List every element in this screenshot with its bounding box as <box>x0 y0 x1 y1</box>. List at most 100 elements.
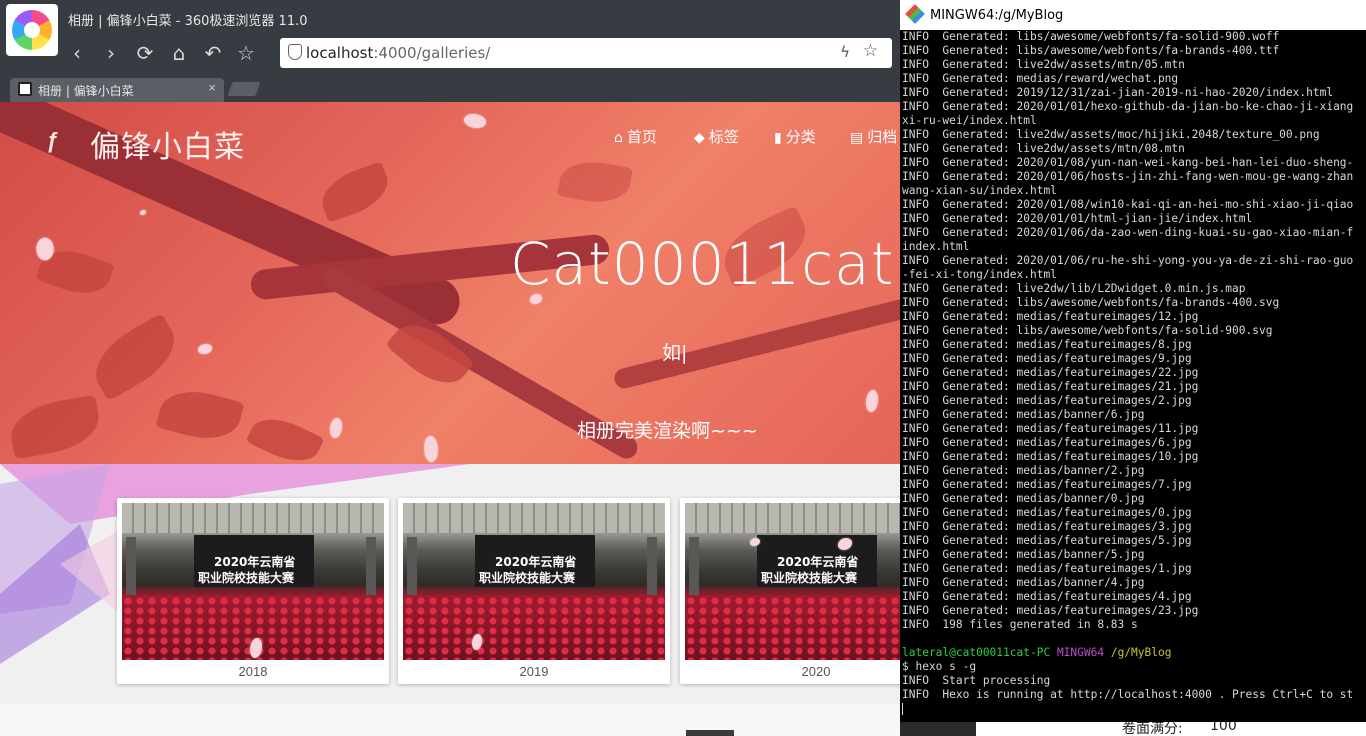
terminal-line: INFO Generated: 2020/01/01/html-jian-jie… <box>902 212 1253 225</box>
terminal-title: MINGW64:/g/MyBlog <box>930 8 1064 23</box>
terminal-line: INFO Generated: medias/featureimages/22.… <box>902 366 1199 379</box>
terminal-line: INFO Generated: 2020/01/08/yun-nan-wei-k… <box>902 156 1354 169</box>
gallery-section: 2020年云南省 职业院校技能大赛 2018 2020年云南省 职业院校技能大赛… <box>0 464 900 704</box>
terminal-line: xi-ru-wei/index.html <box>902 114 1037 127</box>
terminal-line: INFO Generated: 2020/01/08/win10-kai-qi-… <box>902 198 1354 211</box>
terminal-window[interactable]: MINGW64:/g/MyBlog INFO Generated: libs/a… <box>900 0 1366 722</box>
terminal-cursor[interactable] <box>902 702 1364 716</box>
terminal-line: INFO Generated: medias/featureimages/1.j… <box>902 562 1192 575</box>
bookmark-icon: ▮ <box>774 130 782 146</box>
terminal-line: INFO Generated: medias/banner/2.jpg <box>902 464 1145 477</box>
terminal-line: INFO Generated: live2dw/assets/mtn/08.mt… <box>902 142 1185 155</box>
bookmark-star-icon[interactable]: ☆ <box>863 41 878 61</box>
terminal-line: INFO Generated: medias/featureimages/0.j… <box>902 506 1192 519</box>
gallery-year-label: 2019 <box>519 664 549 679</box>
underlay-label: 卷面满分: <box>1122 722 1183 736</box>
terminal-line: INFO Generated: medias/featureimages/21.… <box>902 380 1199 393</box>
terminal-command: $ hexo s -g <box>902 660 977 673</box>
archive-icon: ▤ <box>850 130 864 146</box>
terminal-titlebar[interactable]: MINGW64:/g/MyBlog <box>900 0 1366 30</box>
gallery-photo[interactable]: 2020年云南省 职业院校技能大赛 <box>122 503 384 660</box>
git-bash-icon <box>905 4 925 24</box>
terminal-line: INFO Generated: medias/banner/0.jpg <box>902 492 1145 505</box>
reload-icon[interactable]: ⟳ <box>132 40 158 66</box>
terminal-line: INFO Generated: medias/reward/wechat.png <box>902 72 1179 85</box>
terminal-line: INFO Generated: 2020/01/06/ru-he-shi-yon… <box>902 254 1354 267</box>
browser-window: 相册 | 偏锋小白菜 - 360极速浏览器 11.0 ‹ › ⟳ ⌂ ↶ ☆ l… <box>0 0 900 736</box>
hero-description: 相册完美渲染啊~~~ <box>577 420 758 442</box>
terminal-line: INFO Generated: medias/featureimages/9.j… <box>902 352 1192 365</box>
background-window-fragment: 卷面满分: 100 <box>976 722 1366 736</box>
terminal-line: INFO Generated: medias/featureimages/8.j… <box>902 338 1192 351</box>
favorites-icon[interactable]: ☆ <box>233 40 259 66</box>
terminal-line: INFO Generated: live2dw/assets/mtn/05.mt… <box>902 58 1185 71</box>
hero-title: Cat00011cat <box>510 230 895 298</box>
menu-item-home[interactable]: ⌂ 首页 <box>614 126 657 147</box>
hero-banner: ƒ 偏锋小白菜 ⌂ 首页 ◆ 标签 ▮ 分类 ▤ 归档 Cat00011cat 如| 相… <box>0 102 900 464</box>
new-tab-button[interactable] <box>227 82 261 96</box>
terminal-line: INFO Generated: medias/featureimages/12.… <box>902 310 1199 323</box>
menu-item-categories[interactable]: ▮ 分类 <box>774 126 816 147</box>
terminal-line: INFO Generated: libs/awesome/webfonts/fa… <box>902 296 1280 309</box>
undo-close-tab-icon[interactable]: ↶ <box>200 40 226 66</box>
gallery-card-2019[interactable]: 2020年云南省 职业院校技能大赛 2019 <box>398 498 670 684</box>
gallery-card-2020[interactable]: 2020年云南省 职业院校技能大赛 2020 <box>680 498 900 684</box>
terminal-line: INFO Generated: medias/featureimages/10.… <box>902 450 1199 463</box>
terminal-line: INFO Generated: libs/awesome/webfonts/fa… <box>902 324 1273 337</box>
terminal-line: INFO Start processing <box>902 674 1051 687</box>
address-bar[interactable]: localhost:4000/galleries/ ϟ ☆ <box>280 38 892 68</box>
terminal-line: INFO Generated: medias/featureimages/6.j… <box>902 436 1192 449</box>
terminal-line: -fei-xi-tong/index.html <box>902 268 1057 281</box>
window-title: 相册 | 偏锋小白菜 - 360极速浏览器 11.0 <box>68 14 308 29</box>
terminal-line: INFO Generated: libs/awesome/webfonts/fa… <box>902 44 1280 57</box>
terminal-line: INFO Generated: medias/banner/5.jpg <box>902 548 1145 561</box>
browser-titlebar: 相册 | 偏锋小白菜 - 360极速浏览器 11.0 ‹ › ⟳ ⌂ ↶ ☆ l… <box>0 0 900 78</box>
home-icon: ⌂ <box>614 130 623 146</box>
security-shield-icon[interactable] <box>288 44 302 60</box>
terminal-prompt: lateral@cat00011cat-PC MINGW64 /g/MyBlog <box>902 646 1172 659</box>
terminal-line: INFO Generated: 2019/12/31/zai-jian-2019… <box>902 86 1334 99</box>
terminal-line: wang-xian-su/index.html <box>902 184 1057 197</box>
menu-item-archives[interactable]: ▤ 归档 <box>850 126 897 147</box>
tag-icon: ◆ <box>694 130 705 146</box>
terminal-line: INFO Generated: live2dw/lib/L2Dwidget.0.… <box>902 282 1246 295</box>
terminal-line: INFO Generated: medias/featureimages/23.… <box>902 604 1199 617</box>
terminal-line: INFO Hexo is running at http://localhost… <box>902 688 1354 701</box>
terminal-line: INFO Generated: medias/banner/6.jpg <box>902 408 1145 421</box>
terminal-line: INFO Generated: medias/featureimages/5.j… <box>902 534 1192 547</box>
terminal-line: INFO Generated: medias/featureimages/3.j… <box>902 520 1192 533</box>
tab-close-icon[interactable]: × <box>208 80 216 95</box>
gallery-photo[interactable]: 2020年云南省 职业院校技能大赛 <box>685 503 900 660</box>
page-viewport: ƒ 偏锋小白菜 ⌂ 首页 ◆ 标签 ▮ 分类 ▤ 归档 Cat00011cat 如| 相… <box>0 102 900 736</box>
terminal-line: INFO Generated: 2020/01/01/hexo-github-d… <box>902 100 1354 113</box>
forward-icon[interactable]: › <box>98 40 124 66</box>
terminal-line: INFO Generated: medias/featureimages/4.j… <box>902 590 1192 603</box>
terminal-line: INFO Generated: medias/featureimages/7.j… <box>902 478 1192 491</box>
back-icon[interactable]: ‹ <box>64 40 90 66</box>
gallery-year-label: 2020 <box>801 664 831 679</box>
terminal-line: index.html <box>902 240 970 253</box>
site-logo-icon[interactable]: ƒ <box>46 128 58 154</box>
browser-logo-icon[interactable] <box>6 4 58 56</box>
tab-bar: 相册 | 偏锋小白菜 × <box>0 78 900 102</box>
terminal-line: INFO Generated: 2020/01/06/da-zao-wen-di… <box>902 226 1354 239</box>
terminal-line: INFO Generated: medias/featureimages/11.… <box>902 422 1199 435</box>
gallery-year-label: 2018 <box>238 664 268 679</box>
tab-label: 相册 | 偏锋小白菜 <box>38 84 134 98</box>
address-url[interactable]: localhost:4000/galleries/ <box>306 44 490 62</box>
terminal-line: INFO Generated: live2dw/assets/moc/hijik… <box>902 128 1320 141</box>
taskbar-fragment <box>686 730 734 736</box>
gallery-photo[interactable]: 2020年云南省 职业院校技能大赛 <box>403 503 665 660</box>
page-bottom-strip <box>0 704 900 736</box>
home-icon[interactable]: ⌂ <box>166 40 192 66</box>
terminal-line: INFO Generated: 2020/01/06/hosts-jin-zhi… <box>902 170 1354 183</box>
tab-galleries[interactable]: 相册 | 偏锋小白菜 × <box>10 78 224 102</box>
speed-mode-icon[interactable]: ϟ <box>840 43 850 61</box>
hero-typing-subtitle: 如| <box>662 342 688 364</box>
terminal-line: INFO Generated: libs/awesome/webfonts/fa… <box>902 30 1280 43</box>
site-title[interactable]: 偏锋小白菜 <box>90 122 245 166</box>
menu-item-tags[interactable]: ◆ 标签 <box>694 126 739 147</box>
tab-favicon-icon <box>18 82 32 96</box>
terminal-output[interactable]: INFO Generated: libs/awesome/webfonts/fa… <box>902 30 1364 722</box>
terminal-line: INFO 198 files generated in 8.83 s <box>902 618 1138 631</box>
